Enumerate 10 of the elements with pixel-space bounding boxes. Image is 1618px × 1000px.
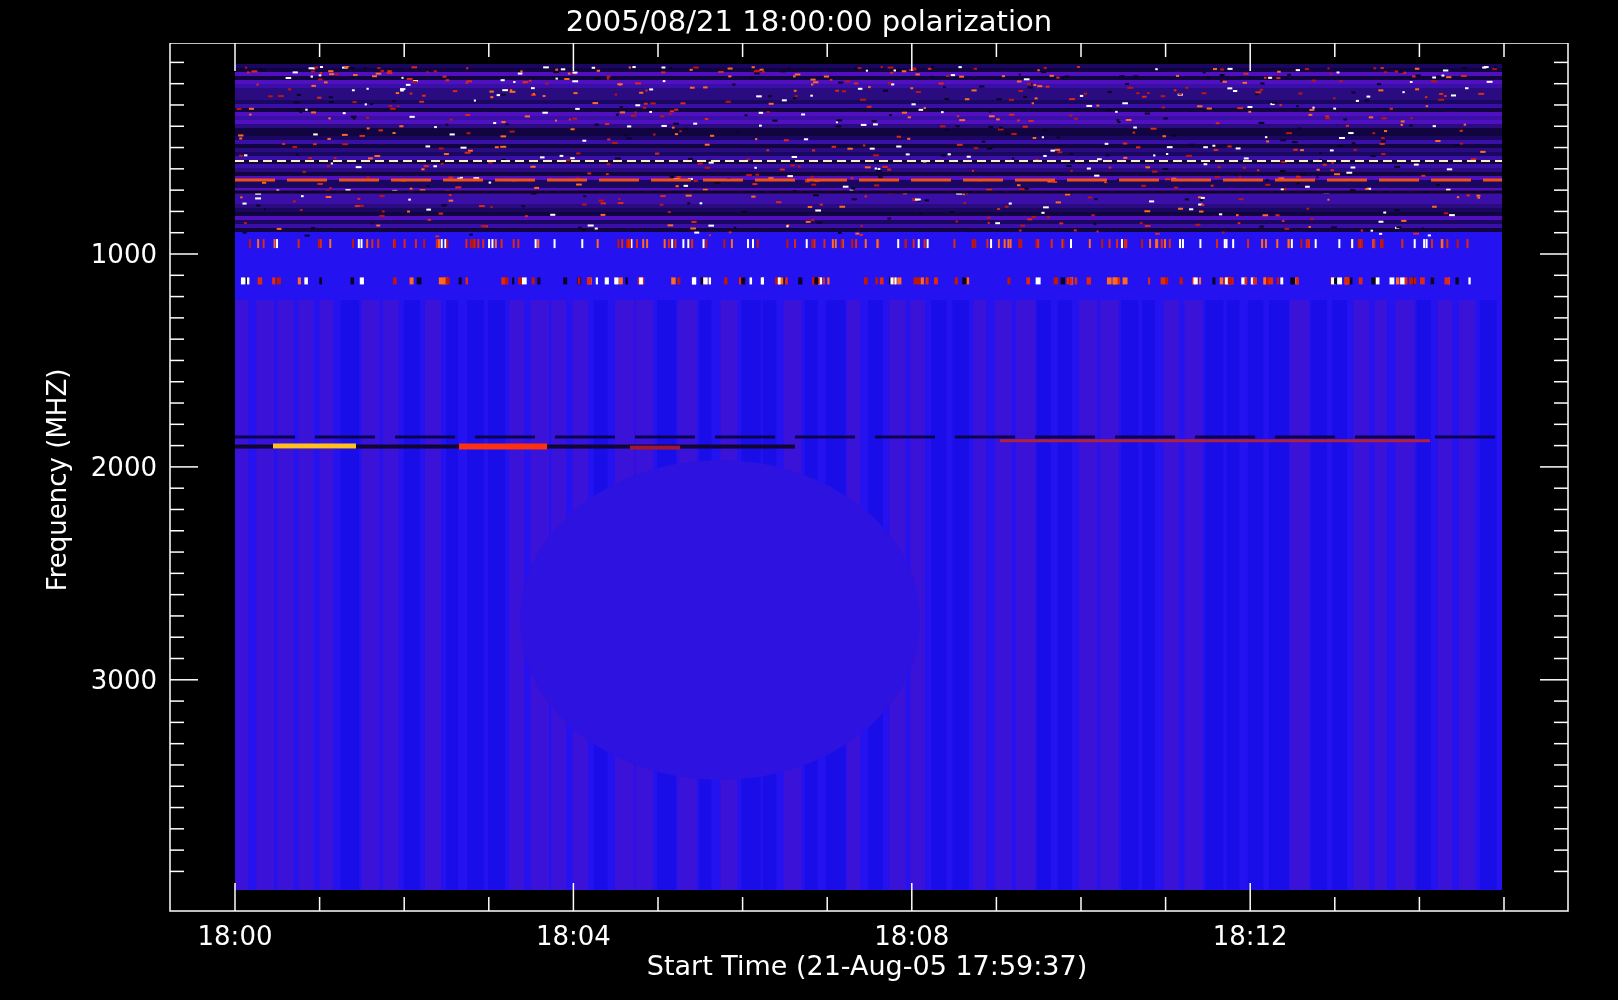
tick-label: 18:04 xyxy=(535,921,611,951)
tick-label: 18:12 xyxy=(1212,921,1288,951)
tick-label: 2000 xyxy=(90,451,157,482)
axis-label: Start Time (21-Aug-05 17:59:37) xyxy=(646,950,1088,981)
tick-label: 18:08 xyxy=(874,921,950,951)
tick-label: 18:00 xyxy=(197,921,273,951)
axis-label: Frequency (MHZ) xyxy=(42,368,72,592)
tick-label: 1000 xyxy=(90,239,157,269)
tick-label: 3000 xyxy=(90,664,157,695)
chart-title: 2005/08/21 18:00:00 polarization xyxy=(565,7,1053,36)
